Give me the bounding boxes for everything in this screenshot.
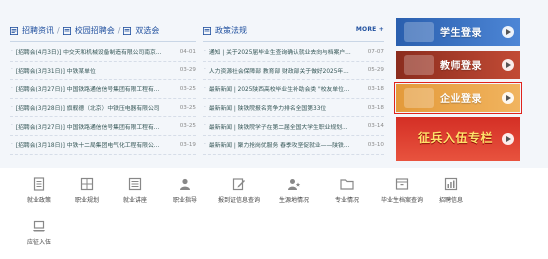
quick-link-recruit-info[interactable]: 招聘信息 — [426, 175, 476, 213]
quick-link-career-guidance[interactable]: 职业指导 — [160, 175, 210, 213]
newspaper-icon — [62, 26, 71, 35]
arrow-right-icon — [502, 133, 514, 145]
list-item[interactable]: · [招聘会(3月18日)] 中铁十二局集团电气化工程有限公... 03-19 — [10, 136, 196, 155]
quick-link-employment-lecture[interactable]: 就业讲座 — [110, 175, 160, 213]
archive-icon — [395, 178, 409, 190]
quick-link-enlistment[interactable]: 应征入伍 — [14, 217, 64, 255]
folder-icon — [340, 179, 354, 190]
policy-list: · 通知 | 关于2025届毕业生查询确认就业去向与档案户... 07-07 · 人力… — [203, 43, 384, 155]
document-icon — [33, 177, 45, 191]
quick-link-report-certificate[interactable]: 报到证信息查询 — [214, 175, 264, 213]
star-person-icon — [288, 179, 301, 190]
teacher-login-button[interactable]: 教师登录 — [396, 51, 520, 79]
tab-campus-fair[interactable]: 校园招聘会 — [75, 25, 115, 36]
tab-separator: / — [117, 26, 121, 35]
quick-link-source-region[interactable]: 生源地情况 — [269, 175, 319, 213]
quick-link-employment-policy[interactable]: 就业政策 — [14, 175, 64, 213]
list-item[interactable]: · 最新新闻 | 聚力抢岗优服务 春季攻坚促就业——陕铁... 03-10 — [203, 136, 384, 155]
enterprise-login-button[interactable]: 企业登录 — [394, 82, 522, 114]
list-item[interactable]: · [招聘会(4月3日)] 中交天和机械设备制造有限公司南京... 04-01 — [10, 43, 196, 62]
arrow-right-icon — [502, 26, 514, 38]
person-icon — [180, 178, 190, 190]
tab-recruit-news[interactable]: 招聘资讯 — [22, 25, 54, 36]
quick-link-career-planning[interactable]: 职业规划 — [62, 175, 112, 213]
tab-separator: / — [57, 26, 60, 35]
student-login-button[interactable]: 学生登录 — [396, 18, 520, 46]
teacher-icon — [404, 55, 434, 75]
recruit-list: · [招聘会(4月3日)] 中交天和机械设备制造有限公司南京... 04-01 ·[… — [10, 43, 196, 155]
login-banners: 学生登录 教师登录 企业登录 征兵入伍专栏 — [394, 18, 522, 166]
military-enlistment-banner[interactable]: 征兵入伍专栏 — [396, 117, 520, 161]
list-item[interactable]: · [招聘会(3月27日)] 中国铁路通信信号集团有限工程有... 03-25 — [10, 80, 196, 99]
more-link[interactable]: MORE + — [356, 26, 384, 33]
policy-section: 政策法规 MORE + · 通知 | 关于2025届毕业生查询确认就业去向与档案户… — [203, 20, 384, 155]
list-item[interactable]: · 人力资源社会保障部 教育部 财政部关于做好2025年... 05-29 — [203, 62, 384, 81]
tab-job-fair[interactable]: 双选会 — [135, 25, 159, 36]
edit-icon — [232, 178, 245, 191]
laptop-icon — [33, 220, 45, 232]
list-item[interactable]: · [招聘会(3月31日)] 中铁某单位 03-29 — [10, 62, 196, 81]
newspaper-icon — [10, 26, 18, 35]
list-item[interactable]: · 通知 | 关于2025届毕业生查询确认就业去向与档案户... 07-07 — [203, 43, 384, 62]
list-item[interactable]: · 最新新闻 | 陕铁院报名竞争力排名全国第33位 03-18 — [203, 99, 384, 118]
student-icon — [404, 22, 434, 42]
list-item[interactable]: · 最新新闻 | 陕铁院学子在第二届全国大学生职业规划... 03-14 — [203, 117, 384, 136]
newspaper-icon — [123, 26, 132, 35]
chart-icon — [444, 177, 458, 191]
list-item[interactable]: · [招聘会(3月27日)] 中国铁路通信信号集团有限工程有... 03-25 — [10, 117, 196, 136]
policy-title[interactable]: 政策法规 — [215, 25, 247, 36]
enterprise-icon — [404, 88, 434, 108]
policy-header: 政策法规 MORE + — [203, 20, 384, 42]
list-item[interactable]: · [招聘会(3月28日)] 旗舰德（北京）中铁压电器有限公司 03-25 — [10, 99, 196, 118]
recruit-section: 招聘资讯 / 校园招聘会 / 双选会 · [招聘会(4月3日)] 中交天和机械设备… — [10, 20, 196, 155]
quick-link-major-info[interactable]: 专业情况 — [322, 175, 372, 213]
grid-icon — [80, 177, 94, 191]
quick-link-graduate-archive[interactable]: 毕业生档案查询 — [374, 175, 430, 213]
newspaper-icon — [203, 26, 211, 35]
arrow-right-icon — [502, 92, 514, 104]
recruit-tabs: 招聘资讯 / 校园招聘会 / 双选会 — [10, 20, 196, 42]
list-item[interactable]: · 最新新闻 | 2025陕西高校毕业生补助会类 "校友单位... 03-18 — [203, 80, 384, 99]
list-icon — [128, 177, 142, 191]
arrow-right-icon — [502, 59, 514, 71]
